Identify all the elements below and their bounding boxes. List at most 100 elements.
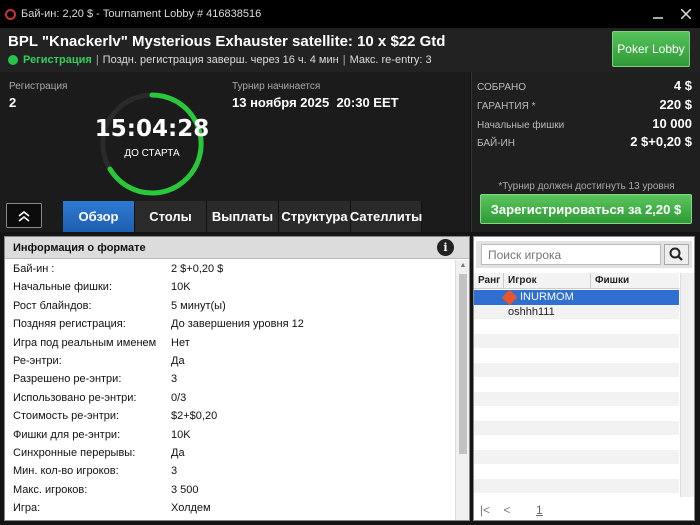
collapse-button[interactable] <box>6 203 42 228</box>
tab-tables[interactable]: Столы <box>135 201 207 232</box>
player-table-header: Ранг Игрок Фишки <box>474 273 679 289</box>
prize-summary-panel: СОБРАНО 4 $ ГАРАНТИЯ * 220 $ Начальные ф… <box>471 72 700 232</box>
column-chips[interactable]: Фишки <box>591 273 679 289</box>
summary-value: 220 $ <box>659 97 692 112</box>
tab-structure[interactable]: Структура <box>279 201 351 232</box>
table-row[interactable] <box>474 319 679 334</box>
format-panel-header: Информация о формате i <box>5 237 469 259</box>
separator: | <box>95 54 99 66</box>
player-scrollbar[interactable] <box>680 273 694 497</box>
format-key: Поздняя регистрация: <box>13 318 126 331</box>
status-badge: Регистрация <box>23 54 92 66</box>
prev-page-button[interactable]: < <box>496 503 518 517</box>
format-value: 5 минут(ы) <box>171 299 226 312</box>
format-row: Разрешено ре-энтри: 3 <box>5 370 453 388</box>
tournament-lobby-window: Бай-ин: 2,20 $ - Tournament Lobby # 4168… <box>0 0 700 525</box>
format-value: 3 <box>171 465 178 478</box>
format-row: Фишки для ре-энтри: 10K <box>5 426 453 444</box>
format-scrollbar[interactable]: ▲ <box>455 260 469 520</box>
summary-label: Начальные фишки <box>477 120 565 131</box>
table-row[interactable] <box>474 406 679 421</box>
table-row[interactable] <box>474 449 679 464</box>
format-value: 0/3 <box>171 391 187 404</box>
column-player[interactable]: Игрок <box>504 273 591 289</box>
registration-count: 2 <box>9 95 17 110</box>
player-list-panel: Ранг Игрок Фишки INURMOM oshhh111 |< < 1 <box>473 236 695 521</box>
tab-payouts[interactable]: Выплаты <box>207 201 279 232</box>
table-row[interactable] <box>474 420 679 435</box>
table-row[interactable]: oshhh111 <box>474 304 679 319</box>
scrollbar-thumb[interactable] <box>459 274 467 454</box>
first-page-button[interactable]: |< <box>474 503 496 517</box>
format-key: Макс. игроков: <box>13 483 88 496</box>
summary-row-collected: СОБРАНО 4 $ <box>477 78 692 93</box>
info-icon[interactable]: i <box>437 239 454 256</box>
format-row: Рост блайндов: 5 минут(ы) <box>5 297 453 315</box>
table-row[interactable] <box>474 391 679 406</box>
format-key: Стоимость ре-энтри: <box>13 410 120 423</box>
format-row: Мин. кол-во игроков: 3 <box>5 462 453 480</box>
format-rows: Бай-ин : 2 $+0,20 $ Начальные фишки: 10K Рос… <box>5 260 453 517</box>
scroll-up-arrow-icon[interactable]: ▲ <box>456 260 470 272</box>
player-rows: INURMOM oshhh111 <box>474 290 679 495</box>
page-number[interactable]: 1 <box>536 503 543 517</box>
summary-label: БАЙ-ИН <box>477 138 515 149</box>
table-row[interactable] <box>474 362 679 377</box>
separator: | <box>342 54 346 66</box>
format-row: Ре-энтри: Да <box>5 352 453 370</box>
minimize-button[interactable] <box>644 0 672 28</box>
format-value: 3 <box>171 373 178 386</box>
format-row: Игра: Холдем <box>5 499 453 517</box>
register-button[interactable]: Зарегистрироваться за 2,20 $ <box>480 194 692 224</box>
player-name: INURMOM <box>520 291 574 303</box>
tab-overview[interactable]: Обзор <box>63 201 135 232</box>
format-value: Да <box>171 446 185 459</box>
format-key: Начальные фишки: <box>13 281 113 294</box>
format-key: Игра под реальным именем <box>13 336 157 349</box>
window-title: Бай-ин: 2,20 $ - Tournament Lobby # 4168… <box>21 8 262 20</box>
summary-value: 2 $+0,20 $ <box>630 134 692 149</box>
format-key: Разрешено ре-энтри: <box>13 373 122 386</box>
format-row: Игра под реальным именем Нет <box>5 334 453 352</box>
player-search-input[interactable] <box>481 244 661 265</box>
table-row[interactable] <box>474 348 679 363</box>
summary-label: ГАРАНТИЯ * <box>477 101 536 112</box>
format-row: Макс. игроков: 3 500 <box>5 481 453 499</box>
format-row: Использовано ре-энтри: 0/3 <box>5 389 453 407</box>
summary-row-guarantee: ГАРАНТИЯ * 220 $ <box>477 97 692 112</box>
search-button[interactable] <box>664 244 689 265</box>
format-row: Стоимость ре-энтри: $2+$0,20 <box>5 407 453 425</box>
table-row[interactable] <box>474 435 679 450</box>
close-button[interactable] <box>672 0 700 28</box>
app-logo-icon <box>5 8 16 20</box>
format-value: 2 $+0,20 $ <box>171 263 224 275</box>
start-label: Турнир начинается <box>232 81 321 92</box>
format-key: Рост блайндов: <box>13 299 92 312</box>
pagination: |< < 1 <box>474 499 694 520</box>
table-row[interactable] <box>474 333 679 348</box>
column-rank[interactable]: Ранг <box>474 273 504 289</box>
format-key: Использовано ре-энтри: <box>13 391 137 404</box>
table-row[interactable] <box>474 377 679 392</box>
search-icon <box>669 247 683 261</box>
double-chevron-up-icon <box>18 210 30 222</box>
summary-row-starting-chips: Начальные фишки 10 000 <box>477 116 692 131</box>
player-name: oshhh111 <box>508 305 555 318</box>
tournament-header: BPL "Knackerlv" Mysterious Exhauster sat… <box>0 28 700 72</box>
countdown-label: ДО СТАРТА <box>124 148 180 159</box>
countdown-ring <box>100 92 204 196</box>
format-row: Поздняя регистрация: До завершения уровня… <box>5 315 453 333</box>
countdown-timer: 15:04:28 <box>94 116 210 142</box>
format-key: Синхронные перерывы: <box>13 446 136 459</box>
summary-row-buyin: БАЙ-ИН 2 $+0,20 $ <box>477 134 692 149</box>
table-row[interactable]: INURMOM <box>474 290 679 306</box>
summary-value: 10 000 <box>652 116 692 131</box>
format-key: Ре-энтри: <box>13 354 62 367</box>
table-row[interactable] <box>474 478 679 493</box>
tab-satellites[interactable]: Сателлиты <box>350 201 422 232</box>
table-row[interactable] <box>474 464 679 479</box>
summary-label: СОБРАНО <box>477 82 527 93</box>
format-value: 3 500 <box>171 483 199 496</box>
poker-lobby-button[interactable]: Poker Lobby <box>612 31 690 67</box>
max-reentry-info: Макс. re-entry: 3 <box>349 54 432 66</box>
